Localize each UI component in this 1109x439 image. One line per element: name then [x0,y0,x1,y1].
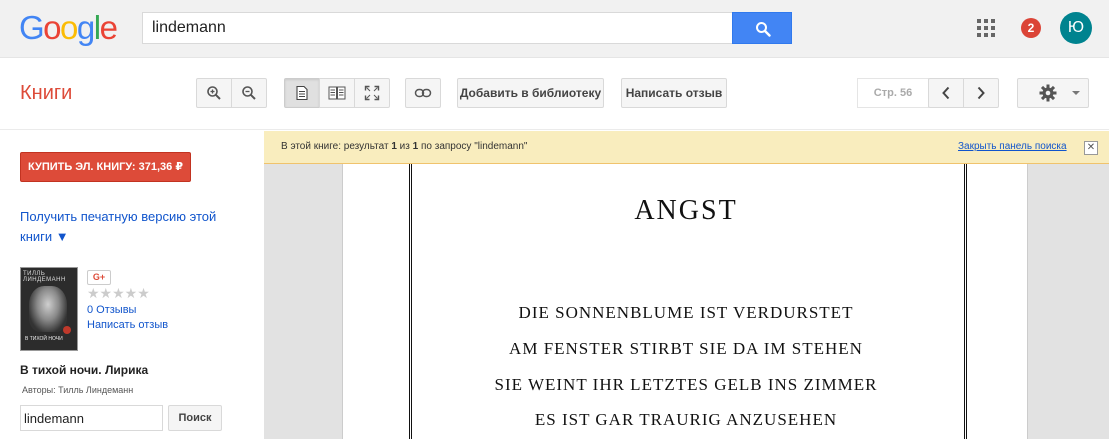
chevron-right-icon [977,86,985,100]
logo-letter: o [43,9,61,46]
avatar[interactable]: Ю [1060,12,1092,44]
poem-line: SIE WEINT IHR LETZTES GELB INS ZIMMER [494,375,878,394]
logo-letter: o [60,9,78,46]
books-toolbar: Книги Добавить в библиотеку Написать отз… [0,58,1109,130]
book-page: ANGST DIE SONNENBLUME IST VERDURSTET AM … [342,164,1028,439]
book-title: В тихой ночи. Лирика [20,363,149,377]
top-header: Google 2 Ю [0,0,1109,58]
poem-line: ES IST GAR TRAURIG ANZUSEHEN [534,410,838,429]
chevron-left-icon [942,86,950,100]
google-plus-button[interactable]: G+ [87,270,111,285]
two-page-view-button[interactable] [319,78,355,108]
book-info-sidebar: КУПИТЬ ЭЛ. КНИГУ: 371,36 ₽ Получить печа… [0,131,264,439]
book-authors: Авторы: Тилль Линдеманн [22,385,134,395]
search-results-text: В этой книге: результат 1 из 1 по запрос… [281,141,528,152]
dropdown-caret-icon [1072,91,1080,95]
search-button[interactable] [732,12,792,44]
single-page-view-button[interactable] [284,78,320,108]
write-review-button[interactable]: Написать отзыв [621,78,727,108]
fullscreen-icon [364,85,380,101]
add-to-library-button[interactable]: Добавить в библиотеку [457,78,604,108]
logo-letter: e [99,9,118,46]
search-in-book-input[interactable] [21,406,162,430]
write-review-link[interactable]: Написать отзыв [87,319,168,331]
close-search-panel-link[interactable]: Закрыть панель поиска [958,141,1067,152]
cover-subtitle-text: В ТИХОЙ НОЧИ [25,336,63,342]
book-cover-image[interactable]: ТИЛЛЬ ЛИНДЕМАНН В ТИХОЙ НОЧИ [20,267,78,351]
poem-line: AM FENSTER STIRBT SIE DA IM STEHEN [509,339,863,358]
buy-ebook-button[interactable]: КУПИТЬ ЭЛ. КНИГУ: 371,36 ₽ [20,152,191,182]
search-in-book-box [20,405,163,431]
notifications-badge[interactable]: 2 [1021,18,1041,38]
section-title[interactable]: Книги [20,82,72,105]
google-logo[interactable]: Google [19,9,118,46]
logo-letter: G [19,9,45,46]
cover-title-text: ТИЛЛЬ ЛИНДЕМАНН [23,271,66,283]
poem-title: ANGST [634,195,738,226]
search-box [142,12,733,44]
page-number: Стр. 56 [857,78,929,108]
search-results-notice: В этой книге: результат 1 из 1 по запрос… [264,131,1109,164]
cover-portrait [29,286,67,332]
search-in-book-button[interactable]: Поиск [168,405,222,431]
link-button[interactable] [405,78,441,108]
two-page-icon [328,86,346,100]
cover-badge [63,326,71,334]
reviews-count-link[interactable]: 0 Отзывы [87,304,136,316]
rating-stars[interactable]: ★★★★★ [87,285,150,302]
next-page-button[interactable] [963,78,999,108]
book-viewer: В этой книге: результат 1 из 1 по запрос… [264,131,1109,439]
search-input[interactable] [143,13,733,43]
logo-letter: g [76,9,95,46]
settings-button[interactable] [1017,78,1089,108]
poem-line: DIE SONNENBLUME IST VERDURSTET [518,303,854,322]
fullscreen-button[interactable] [354,78,390,108]
gear-icon [1039,84,1057,102]
zoom-out-button[interactable] [231,78,267,108]
single-page-icon [296,85,308,101]
apps-grid-icon[interactable] [977,19,995,37]
zoom-out-icon [242,86,256,100]
close-icon[interactable]: ✕ [1084,141,1098,155]
zoom-in-icon [207,86,221,100]
print-version-link[interactable]: Получить печатную версию этой книги ▼ [20,207,230,247]
link-icon [414,88,432,98]
previous-page-button[interactable] [928,78,964,108]
search-icon [756,22,771,37]
zoom-in-button[interactable] [196,78,232,108]
